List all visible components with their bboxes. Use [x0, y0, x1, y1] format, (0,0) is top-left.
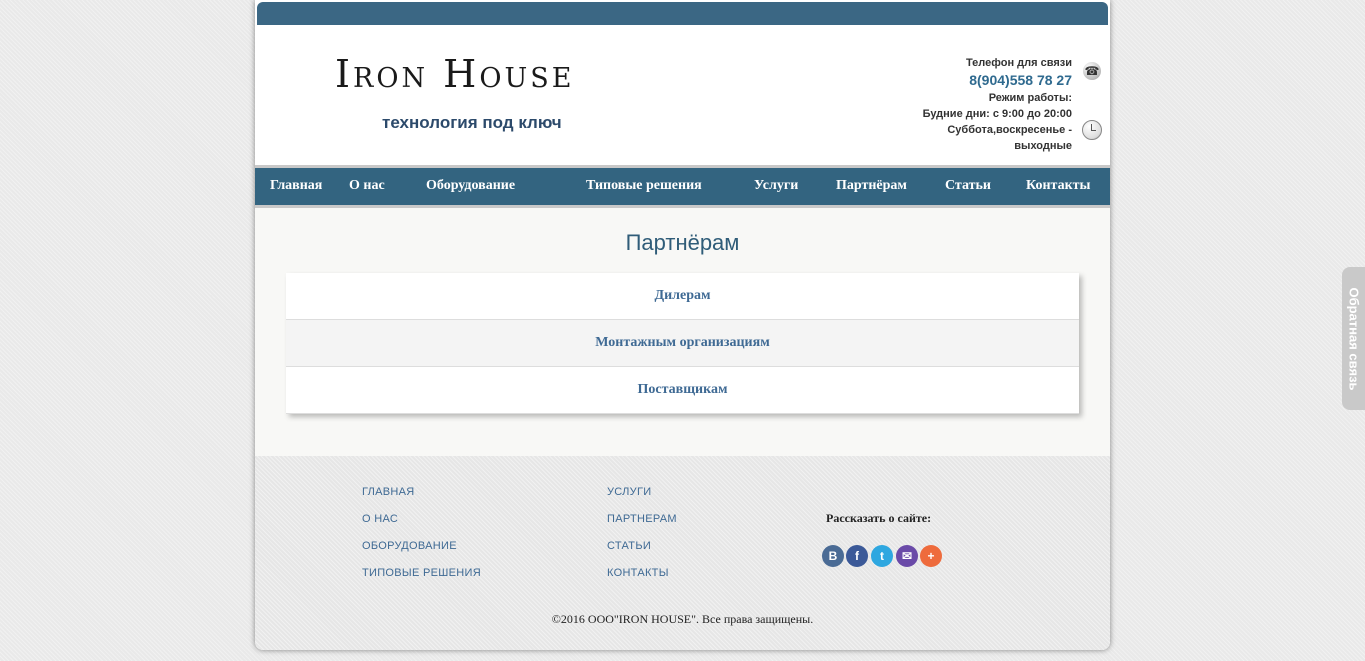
nav-item-services[interactable]: Услуги — [754, 178, 798, 194]
site-header: Iron House технология под ключ Телефон д… — [255, 25, 1110, 166]
nav-item-partners[interactable]: Партнёрам — [836, 178, 907, 194]
nav-item-contacts[interactable]: Контакты — [1026, 178, 1090, 194]
page-container: Iron House технология под ключ Телефон д… — [255, 0, 1110, 650]
footer-link-home[interactable]: ГЛАВНАЯ — [362, 486, 415, 498]
logo-tagline: технология под ключ — [382, 113, 562, 132]
phone-label: Телефон для связи — [966, 57, 1072, 69]
mail-icon[interactable]: ✉ — [896, 545, 918, 567]
clock-icon — [1082, 120, 1102, 140]
nav-item-about[interactable]: О нас — [349, 178, 385, 194]
nav-item-home[interactable]: Главная — [270, 178, 322, 194]
weekend-hours: Суббота,воскресенье - выходные — [947, 124, 1072, 152]
nav-item-equipment[interactable]: Оборудование — [426, 178, 515, 194]
top-strip — [257, 2, 1108, 25]
nav-item-solutions[interactable]: Типовые решения — [586, 178, 702, 194]
phone-number[interactable]: 8(904)558 78 27 — [923, 71, 1072, 90]
weekday-hours: Будние дни: с 9:00 до 20:00 — [922, 108, 1072, 120]
footer-link-partners[interactable]: ПАРТНЕРАМ — [607, 513, 677, 525]
page-title: Партнёрам — [625, 230, 740, 255]
footer-link-solutions[interactable]: ТИПОВЫЕ РЕШЕНИЯ — [362, 567, 481, 579]
footer-link-about[interactable]: О НАС — [362, 513, 398, 525]
partner-item-dealers[interactable]: Дилерам — [286, 273, 1079, 320]
facebook-icon[interactable]: f — [846, 545, 868, 567]
feedback-label: Обратная связь — [1346, 286, 1361, 391]
contact-info: Телефон для связи 8(904)558 78 27 Режим … — [923, 55, 1072, 154]
footer-link-equipment[interactable]: ОБОРУДОВАНИЕ — [362, 540, 457, 552]
site-footer: ГЛАВНАЯ О НАС ОБОРУДОВАНИЕ ТИПОВЫЕ РЕШЕН… — [255, 456, 1110, 650]
share-label: Рассказать о сайте: — [826, 511, 932, 525]
more-icon[interactable]: + — [920, 545, 942, 567]
phone-icon: ☎ — [1083, 62, 1101, 80]
copyright: ©2016 ООО"IRON HOUSE". Все права защищен… — [551, 612, 814, 626]
twitter-icon[interactable]: t — [871, 545, 893, 567]
nav-item-articles[interactable]: Статьи — [945, 178, 991, 194]
main-nav: Главная О нас Оборудование Типовые решен… — [255, 168, 1110, 208]
partner-list: Дилерам Монтажным организациям Поставщик… — [286, 273, 1079, 414]
footer-link-contacts[interactable]: КОНТАКТЫ — [607, 567, 669, 579]
hours-label: Режим работы: — [988, 92, 1072, 104]
main-content: Партнёрам Дилерам Монтажным организациям… — [255, 208, 1110, 456]
partner-item-installers[interactable]: Монтажным организациям — [286, 320, 1079, 367]
partner-item-suppliers[interactable]: Поставщикам — [286, 367, 1079, 414]
vk-icon[interactable]: В — [822, 545, 844, 567]
footer-link-articles[interactable]: СТАТЬИ — [607, 540, 651, 552]
logo-title[interactable]: Iron House — [335, 55, 574, 93]
footer-link-services[interactable]: УСЛУГИ — [607, 486, 651, 498]
feedback-tab[interactable]: Обратная связь — [1342, 267, 1365, 410]
